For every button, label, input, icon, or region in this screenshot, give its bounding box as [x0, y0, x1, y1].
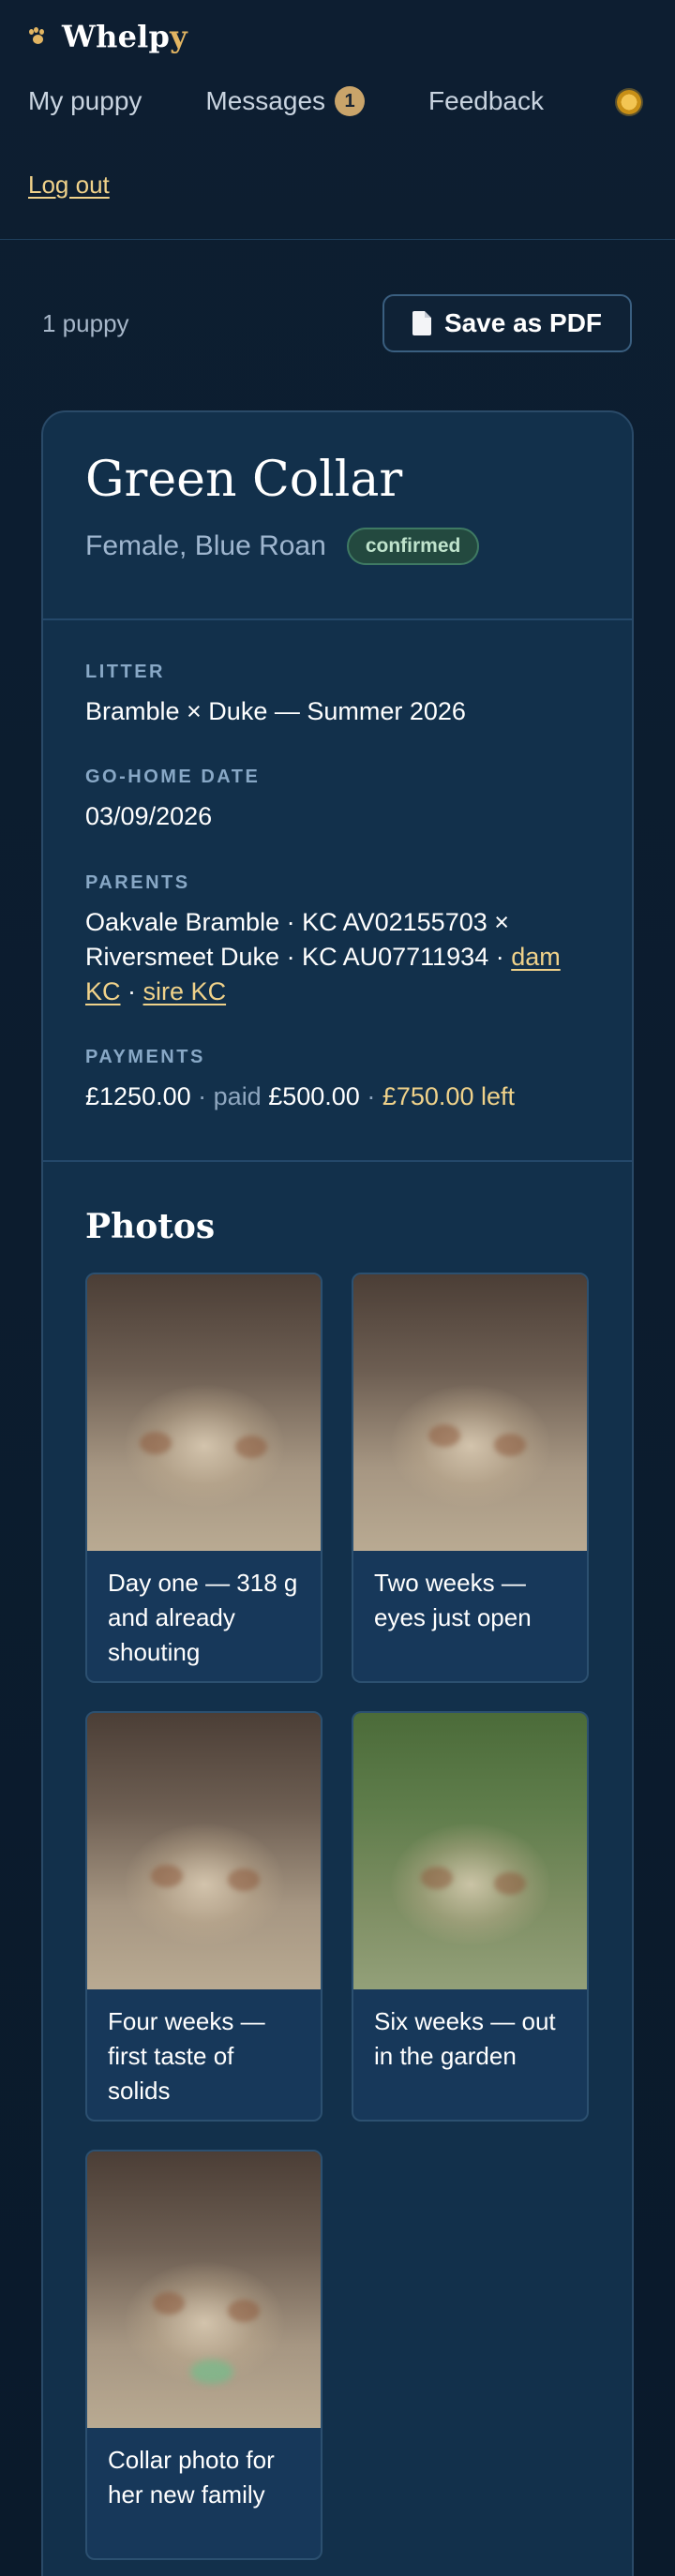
photo-caption: Two weeks — eyes just open	[374, 1569, 532, 1631]
puppy-name: Green Collar	[85, 452, 403, 508]
field-label: GO-HOME DATE	[85, 767, 261, 788]
brand-logo[interactable]: Whelpy	[28, 19, 188, 54]
puppy-photo	[87, 1713, 321, 1989]
payments-field: PAYMENTS £1250.00 · paid £500.00 · £750.…	[85, 1047, 590, 1114]
brand-name: Whelpy	[62, 19, 188, 54]
parents-field: PARENTS Oakvale Bramble · KC AV02155703 …	[85, 872, 590, 1010]
brand-name-main: Whelp	[62, 19, 171, 54]
sire-kc-link[interactable]: sire KC	[143, 977, 227, 1005]
nav-my-puppy[interactable]: My puppy	[28, 86, 142, 116]
puppy-photo	[87, 2152, 321, 2428]
puppy-subtitle: Female, Blue Roan confirmed	[85, 528, 590, 566]
photo-card[interactable]: Six weeks — out in the garden	[352, 1711, 589, 2122]
nav-label: My puppy	[28, 86, 142, 115]
separator: ·	[128, 977, 137, 1005]
messages-count-badge: 1	[335, 86, 366, 116]
photo-card[interactable]: Two weeks — eyes just open	[352, 1273, 589, 1683]
nav-feedback[interactable]: Feedback	[428, 86, 544, 116]
photos-section: Photos Day one — 318 g and already shout…	[43, 1162, 632, 2560]
paw-icon	[28, 27, 47, 46]
nav-label: Feedback	[428, 86, 544, 115]
logout-link[interactable]: Log out	[28, 171, 110, 200]
photo-caption: Day one — 318 g and already shouting	[108, 1569, 298, 1666]
document-icon	[412, 311, 431, 335]
payment-total: £1250.00	[85, 1082, 191, 1111]
puppy-description: Female, Blue Roan	[85, 530, 326, 562]
field-label: LITTER	[85, 662, 165, 682]
photo-grid: Day one — 318 g and already shouting Two…	[85, 1273, 590, 2560]
separator: ·	[198, 1082, 207, 1111]
nav-label: Messages	[205, 86, 326, 115]
litter-field: LITTER Bramble × Duke — Summer 2026	[85, 662, 590, 729]
save-pdf-button[interactable]: Save as PDF	[382, 294, 632, 352]
separator: ·	[367, 1082, 376, 1111]
puppy-card: Green Collar Female, Blue Roan confirmed…	[41, 410, 634, 2576]
puppy-card-header: Green Collar Female, Blue Roan confirmed	[43, 412, 632, 620]
payments-value: £1250.00 · paid £500.00 · £750.00 left	[85, 1080, 590, 1114]
payment-paid: £500.00	[268, 1082, 360, 1111]
photo-caption: Six weeks — out in the garden	[374, 2007, 556, 2070]
field-label: PARENTS	[85, 871, 190, 893]
site-header: Whelpy My puppy Messages 1 Feedback Log o…	[0, 0, 675, 240]
parents-value: Oakvale Bramble · KC AV02155703 × Rivers…	[85, 905, 590, 1010]
photo-caption: Collar photo for her new family	[108, 2446, 275, 2509]
main-nav: My puppy Messages 1 Feedback	[28, 86, 647, 116]
gohome-field: GO-HOME DATE 03/09/2026	[85, 767, 590, 834]
payment-remaining: £750.00 left	[382, 1082, 515, 1111]
puppy-details: LITTER Bramble × Duke — Summer 2026 GO-H…	[43, 620, 632, 1162]
photos-title: Photos	[85, 1207, 216, 1246]
photo-caption: Four weeks — first taste of solids	[108, 2007, 265, 2105]
save-pdf-label: Save as PDF	[443, 308, 603, 337]
toolbar: 1 puppy Save as PDF	[0, 240, 675, 409]
puppy-photo	[87, 1274, 321, 1551]
puppy-count: 1 puppy	[42, 309, 129, 337]
litter-value: Bramble × Duke — Summer 2026	[85, 697, 466, 725]
nav-messages[interactable]: Messages 1	[205, 86, 366, 116]
puppy-photo	[353, 1274, 587, 1551]
brand-name-accent: y	[170, 19, 188, 54]
photo-card[interactable]: Collar photo for her new family	[85, 2150, 322, 2560]
sun-icon[interactable]	[617, 90, 641, 114]
paid-label: paid	[213, 1082, 262, 1111]
status-badge: confirmed	[346, 528, 480, 566]
parents-text: Oakvale Bramble · KC AV02155703 × Rivers…	[85, 907, 510, 971]
photo-card[interactable]: Day one — 318 g and already shouting	[85, 1273, 322, 1683]
gohome-value: 03/09/2026	[85, 802, 213, 831]
puppy-photo	[353, 1713, 587, 1989]
field-label: PAYMENTS	[85, 1047, 205, 1068]
photo-card[interactable]: Four weeks — first taste of solids	[85, 1711, 322, 2122]
